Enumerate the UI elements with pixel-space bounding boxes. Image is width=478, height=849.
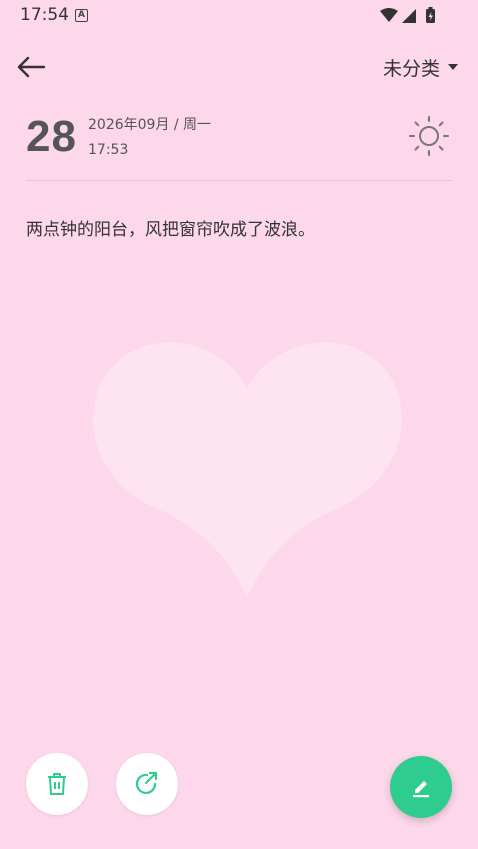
status-icons [380, 7, 435, 23]
trash-icon [48, 773, 66, 795]
entry-date: 2026年09月 / 周一 [88, 117, 212, 133]
divider [26, 180, 452, 181]
entry-text: 两点钟的阳台，风把窗帘吹成了波浪。 [26, 220, 315, 240]
share-icon [135, 771, 158, 795]
signal-icon [402, 9, 416, 23]
heart-decoration [92, 342, 402, 598]
arrow-left-icon [17, 56, 46, 78]
category-label: 未分类 [382, 57, 440, 80]
share-button[interactable] [116, 753, 178, 815]
top-bar: 未分类 [0, 44, 478, 88]
entry-day: 28 [26, 112, 77, 161]
back-button[interactable] [14, 48, 50, 84]
entry-time: 17:53 [88, 142, 129, 158]
delete-button[interactable] [26, 753, 88, 815]
status-time: 17:54 [20, 5, 69, 25]
status-bar: 17:54 A [0, 0, 478, 32]
wifi-icon [380, 8, 398, 22]
sun-icon[interactable] [408, 115, 450, 157]
notification-icon: A [75, 9, 88, 22]
battery-icon [426, 7, 435, 23]
edit-button[interactable] [390, 756, 452, 818]
caret-down-icon [448, 64, 458, 70]
pencil-icon [413, 781, 429, 798]
category-dropdown[interactable]: 未分类 [383, 54, 458, 80]
